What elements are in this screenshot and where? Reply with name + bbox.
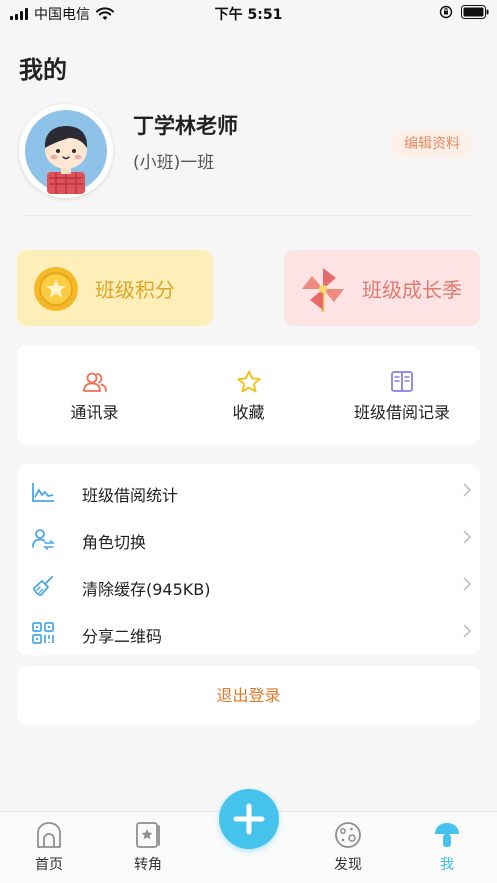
pinwheel-icon bbox=[302, 268, 344, 312]
profile-section: 丁学林老师 (小班)一班 编辑资料 bbox=[19, 104, 479, 214]
borrow-records-label: 班级借阅记录 bbox=[353, 403, 450, 422]
plus-icon bbox=[233, 803, 265, 835]
list-item-role-switch[interactable]: 角色切换 bbox=[17, 515, 480, 562]
star-icon bbox=[236, 370, 261, 393]
list-item-label: 清除缓存(945KB) bbox=[82, 580, 211, 599]
profile-divider bbox=[24, 215, 472, 216]
favorites-label: 收藏 bbox=[232, 403, 265, 422]
list-item-label: 分享二维码 bbox=[82, 627, 163, 646]
tab-label: 首页 bbox=[35, 857, 63, 873]
line-chart-icon bbox=[32, 483, 54, 502]
broom-icon bbox=[33, 576, 53, 596]
tab-me[interactable]: 我 bbox=[417, 820, 477, 874]
borrow-records-action[interactable]: 班级借阅记录 bbox=[337, 345, 467, 445]
rotation-lock-icon bbox=[439, 5, 453, 19]
avatar[interactable] bbox=[19, 104, 113, 198]
edit-profile-button[interactable]: 编辑资料 bbox=[391, 130, 473, 158]
chevron-right-icon bbox=[463, 530, 472, 544]
contacts-icon bbox=[82, 372, 107, 392]
logout-button[interactable]: 退出登录 bbox=[17, 666, 480, 725]
create-button[interactable] bbox=[219, 789, 279, 849]
gold-coin-star-icon bbox=[34, 267, 78, 311]
contacts-label: 通讯录 bbox=[70, 403, 119, 422]
avatar-boy-illustration bbox=[25, 110, 107, 194]
settings-list: 班级借阅统计 角色切换 清除缓存(945KB) 分享二维码 bbox=[17, 464, 480, 655]
star-card-icon bbox=[136, 822, 160, 848]
list-item-clear-cache[interactable]: 清除缓存(945KB) bbox=[17, 562, 480, 609]
class-name: (小班)一班 bbox=[133, 153, 215, 173]
list-item-share-qr[interactable]: 分享二维码 bbox=[17, 609, 480, 656]
favorites-action[interactable]: 收藏 bbox=[191, 345, 306, 445]
planet-icon bbox=[335, 822, 361, 848]
tab-label: 发现 bbox=[334, 857, 362, 873]
chevron-right-icon bbox=[463, 483, 472, 497]
quick-actions-panel: 通讯录 收藏 班级借阅记录 bbox=[17, 345, 480, 445]
list-item-borrow-stats[interactable]: 班级借阅统计 bbox=[17, 468, 480, 515]
tab-corner[interactable]: 转角 bbox=[118, 820, 178, 874]
home-icon bbox=[37, 822, 61, 848]
tab-discover[interactable]: 发现 bbox=[318, 820, 378, 874]
class-points-card[interactable]: 班级积分 bbox=[17, 250, 213, 326]
tab-label: 转角 bbox=[134, 857, 162, 873]
chevron-right-icon bbox=[463, 577, 472, 591]
list-item-label: 班级借阅统计 bbox=[82, 486, 179, 505]
battery-icon bbox=[461, 5, 489, 19]
teacher-name: 丁学林老师 bbox=[133, 114, 238, 138]
tab-label: 我 bbox=[440, 857, 454, 873]
tab-home[interactable]: 首页 bbox=[19, 820, 79, 874]
status-bar: 中国电信 下午 5:51 bbox=[0, 0, 497, 26]
user-switch-icon bbox=[32, 529, 55, 550]
class-points-label: 班级积分 bbox=[95, 278, 175, 302]
status-time: 下午 5:51 bbox=[214, 7, 283, 23]
growth-season-label: 班级成长季 bbox=[362, 278, 462, 302]
mushroom-icon bbox=[435, 823, 459, 847]
list-item-label: 角色切换 bbox=[82, 533, 147, 552]
page-title: 我的 bbox=[19, 56, 67, 84]
status-right bbox=[439, 5, 489, 19]
open-book-icon bbox=[391, 371, 413, 392]
growth-season-card[interactable]: 班级成长季 bbox=[284, 250, 480, 326]
qr-code-icon bbox=[32, 622, 54, 644]
contacts-action[interactable]: 通讯录 bbox=[37, 345, 152, 445]
chevron-right-icon bbox=[463, 624, 472, 638]
